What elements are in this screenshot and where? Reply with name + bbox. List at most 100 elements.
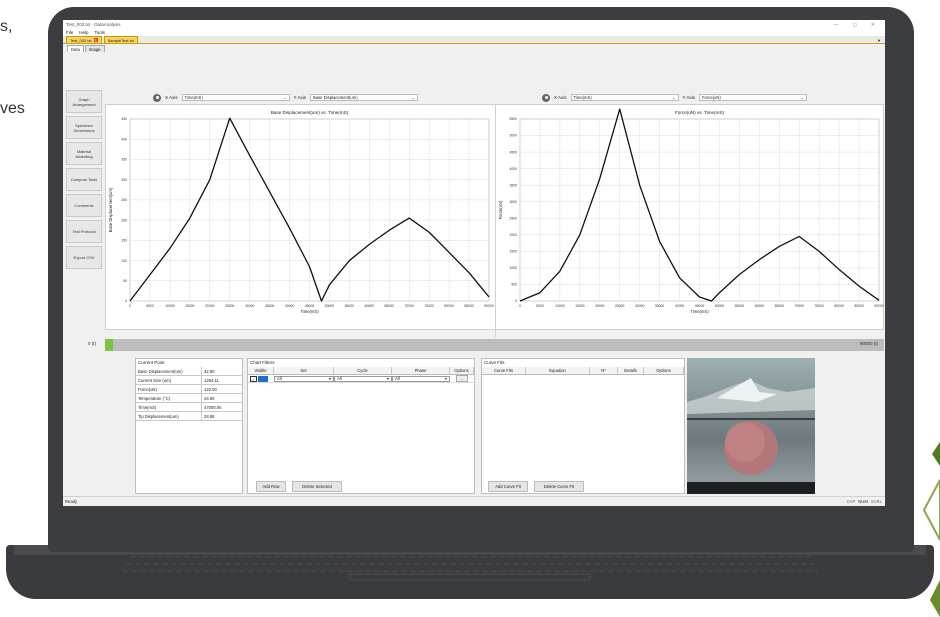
timeline-start-label: 0 (t): [88, 341, 97, 346]
x-tick-label: 70000: [405, 304, 415, 308]
curve-fits-header-cell: Equation: [526, 367, 590, 374]
tab-image[interactable]: Image: [84, 45, 105, 52]
y-axis-select[interactable]: Base Displacement(um) ⌄: [309, 94, 418, 101]
menu-tools[interactable]: Tools: [95, 30, 106, 35]
filters-header-cell: Visible: [248, 367, 274, 374]
right-axis-controls: X Axis Time(mS) ⌄ Y Axis Force(uN) ⌄: [542, 93, 807, 102]
series-color-swatch[interactable]: [258, 375, 268, 382]
x-tick-label: 65000: [385, 304, 395, 308]
x-axis-label: X Axis: [165, 95, 178, 100]
curve-fits-header-cell: Options: [644, 367, 684, 374]
current-point-key: Temperature (°C): [136, 394, 202, 402]
x-tick-label: 55000: [735, 304, 745, 308]
x-tick-label: 30000: [635, 304, 645, 308]
window-titlebar: Test_002.txt - DataAnalysis — ◻ ✕: [63, 20, 885, 29]
nav-compute-tools[interactable]: Compute Tools: [66, 168, 102, 191]
nav-comments[interactable]: Comments: [66, 194, 102, 217]
displacement-chart: Base Displacement(um) vs. Time(mS) 0 5000 1…: [108, 110, 494, 314]
x-tick-label: 15000: [575, 304, 585, 308]
nav-graph-arrangement[interactable]: Graph Arrangement: [66, 90, 102, 113]
x-tick-label: 50000: [715, 304, 725, 308]
current-point-row: Time(mS) 47000.00: [136, 403, 242, 412]
x-tick-label: 35000: [655, 304, 665, 308]
status-text: Ready: [65, 499, 78, 504]
current-point-row: Force(uN) 122.00: [136, 385, 242, 394]
curve-fits-header: Curve Fits Equation R² Details Options: [482, 367, 684, 375]
x-axis-select-value: Time(mS): [573, 95, 592, 100]
nav-export-csv[interactable]: Export CSV: [66, 246, 102, 269]
current-point-row: Current Size (um) 1294.11: [136, 376, 242, 385]
y-tick-label: 3000: [509, 200, 517, 204]
gear-icon[interactable]: [153, 93, 161, 102]
y-tick-label: 200: [121, 218, 127, 222]
timeline-bar[interactable]: [105, 339, 884, 351]
close-tab-icon[interactable]: x: [93, 38, 98, 42]
filters-header: Visible Set Cycle Phase Options: [248, 367, 474, 375]
current-point-key: Current Size (um): [136, 376, 202, 384]
x-tick-label: 0: [519, 304, 521, 308]
maximize-button[interactable]: ◻: [853, 22, 857, 28]
chart-title: Force(uN) vs. Time(mS): [675, 110, 724, 115]
add-row-button[interactable]: Add Row: [256, 481, 286, 492]
close-button[interactable]: ✕: [871, 22, 875, 28]
status-scrl: SCRL: [870, 499, 882, 504]
menu-bar: File Help Tools: [63, 29, 885, 36]
visible-checkbox[interactable]: ✓: [250, 375, 257, 382]
file-tab-sampletest[interactable]: SampleTest.txt: [103, 36, 138, 43]
delete-selected-button[interactable]: Delete Selected: [292, 481, 342, 492]
add-curve-fit-button[interactable]: Add Curve Fit: [488, 481, 528, 492]
x-axis-select[interactable]: Time(mS) ⌄: [570, 94, 679, 101]
y-axis-title: Base Displacement(um): [108, 187, 113, 232]
curve-fits-header-cell: Curve Fits: [482, 367, 526, 374]
x-tick-label: 5000: [536, 304, 544, 308]
current-point-value: 24.00: [204, 395, 215, 401]
chevron-down-icon: ⌄: [800, 95, 804, 100]
menu-file[interactable]: File: [66, 30, 73, 35]
current-point-value: 47000.00: [204, 404, 222, 410]
filter-row: ✓ All ▾ All ▾ All ▾ ...: [248, 375, 474, 383]
delete-curve-fit-button[interactable]: Delete Curve Fit: [534, 481, 584, 492]
y-tick-label: 4000: [509, 167, 517, 171]
options-button[interactable]: ...: [456, 375, 468, 382]
x-tick-label: 75000: [424, 304, 434, 308]
nav-material-modelling[interactable]: Material Modelling: [66, 142, 102, 165]
y-tick-label: 50: [123, 279, 127, 283]
cycle-select[interactable]: All ▾: [334, 375, 392, 382]
status-num: NUM: [858, 499, 868, 504]
app-window: Test_002.txt - DataAnalysis — ◻ ✕ File H…: [63, 20, 885, 506]
x-tick-label: 35000: [265, 304, 275, 308]
y-tick-label: 1500: [509, 250, 517, 254]
background-text-line1: s,: [0, 18, 13, 35]
timeline-fill[interactable]: [105, 339, 113, 351]
x-tick-label: 75000: [814, 304, 824, 308]
minimize-button[interactable]: —: [834, 22, 839, 28]
status-cap: CAP: [846, 499, 856, 504]
current-point-value: 28.88: [204, 413, 215, 419]
menu-help[interactable]: Help: [79, 30, 88, 35]
y-tick-label: 500: [511, 283, 517, 287]
file-tab-test-002[interactable]: Test_002.txt x: [66, 36, 102, 43]
phase-select[interactable]: All ▾: [392, 375, 450, 382]
tab-list-dropdown-icon[interactable]: ▼: [877, 38, 881, 43]
x-tick-label: 40000: [675, 304, 685, 308]
x-axis-select[interactable]: Time(mS) ⌄: [181, 94, 290, 101]
current-point-title: Current Point: [138, 360, 165, 365]
nav-specimen-dimensions[interactable]: Specimen Dimensions: [66, 116, 102, 139]
current-point-value: 32.80: [204, 368, 215, 374]
curve-fits-title: Curve Fits: [484, 360, 505, 365]
y-axis-select[interactable]: Force(uN) ⌄: [698, 94, 807, 101]
chart-title: Base Displacement(um) vs. Time(mS): [271, 110, 349, 115]
y-tick-label: 0: [125, 299, 127, 303]
x-tick-label: 25000: [615, 304, 625, 308]
phase-select-value: All: [395, 376, 400, 381]
x-tick-label: 60000: [365, 304, 375, 308]
x-axis-select-value: Time(mS): [184, 95, 203, 100]
set-select[interactable]: All ▾: [274, 375, 334, 382]
y-tick-label: 5000: [509, 134, 517, 138]
gear-icon[interactable]: [542, 93, 550, 102]
tab-data[interactable]: Data: [67, 45, 84, 52]
curve-fits-header-cell: R²: [590, 367, 618, 374]
y-tick-label: 450: [121, 117, 127, 121]
nav-test-protocol[interactable]: Test Protocol: [66, 220, 102, 243]
background-text-line2: ves: [0, 100, 25, 117]
